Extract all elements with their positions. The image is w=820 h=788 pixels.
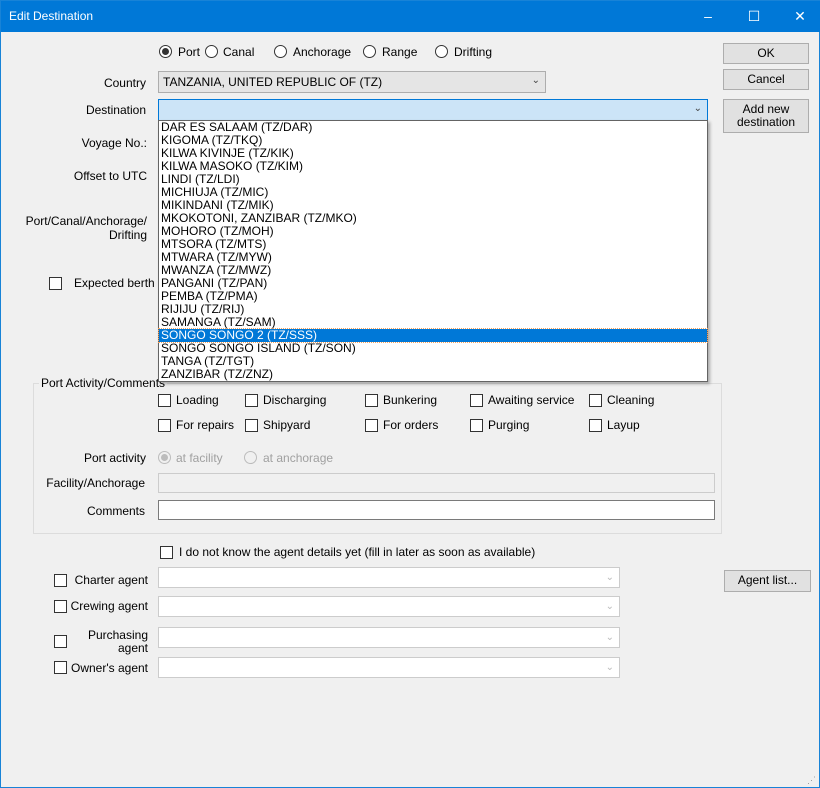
activity-checkbox[interactable]: [245, 419, 258, 432]
country-value: TANZANIA, UNITED REPUBLIC OF (TZ): [163, 75, 383, 89]
offset-label: Offset to UTC: [73, 169, 147, 183]
maximize-button[interactable]: ☐: [731, 1, 777, 32]
port-activity-label: Port activity: [83, 451, 146, 465]
facility-label: Facility/Anchorage: [46, 476, 145, 490]
radio-at-anchorage[interactable]: [244, 451, 257, 464]
charter-agent-checkbox[interactable]: [54, 574, 67, 587]
facility-input[interactable]: [158, 473, 715, 493]
purchasing-agent-select[interactable]: ⌄: [158, 627, 620, 648]
activity-checkbox-label: Awaiting service: [488, 393, 575, 407]
activity-checkbox[interactable]: [470, 419, 483, 432]
destination-label: Destination: [85, 103, 146, 117]
activity-checkbox[interactable]: [365, 394, 378, 407]
activity-checkbox[interactable]: [245, 394, 258, 407]
radio-port[interactable]: [159, 45, 172, 58]
chevron-down-icon: ⌄: [605, 662, 614, 673]
activity-checkbox[interactable]: [589, 394, 602, 407]
chevron-down-icon: ⌄: [605, 632, 614, 643]
edit-destination-dialog: Edit Destination – ☐ ✕ Port Canal Anchor…: [0, 0, 820, 788]
group-label: Port Activity/Comments: [39, 376, 168, 390]
comments-input[interactable]: [158, 500, 715, 520]
pcad-label: Port/Canal/Anchorage/: [25, 214, 147, 228]
chevron-down-icon: ⌄: [531, 75, 540, 86]
destination-dropdown-list[interactable]: DAR ES SALAAM (TZ/DAR) KIGOMA (TZ/TKQ) KIL…: [158, 120, 708, 382]
destination-option[interactable]: ZANZIBAR (TZ/ZNZ): [159, 368, 707, 381]
cancel-button[interactable]: Cancel: [723, 69, 809, 90]
radio-anchorage-label: Anchorage: [293, 45, 352, 59]
country-select[interactable]: TANZANIA, UNITED REPUBLIC OF (TZ) ⌄: [158, 71, 546, 93]
minimize-button[interactable]: –: [685, 1, 731, 32]
activity-checkbox[interactable]: [158, 394, 171, 407]
activity-checkbox-label: For orders: [383, 418, 439, 432]
chevron-down-icon: ⌄: [605, 572, 614, 583]
radio-range-label: Range: [382, 45, 418, 59]
destination-select[interactable]: ⌄: [158, 99, 708, 121]
agent-unknown-label: I do not know the agent details yet (fil…: [179, 545, 536, 559]
activity-checkbox[interactable]: [365, 419, 378, 432]
destination-option[interactable]: KILWA MASOKO (TZ/KIM): [159, 160, 707, 173]
expected-berth-label: Expected berth: [74, 276, 155, 290]
at-anchorage-label: at anchorage: [263, 451, 334, 465]
activity-checkbox-label: Purging: [488, 418, 530, 432]
agent-unknown-checkbox[interactable]: [160, 546, 173, 559]
radio-at-facility[interactable]: [158, 451, 171, 464]
owners-agent-checkbox[interactable]: [54, 661, 67, 674]
voyage-label: Voyage No.:: [81, 136, 147, 150]
add-new-destination-button[interactable]: Add new destination: [723, 99, 809, 133]
activity-checkbox-label: Cleaning: [607, 393, 655, 407]
chevron-down-icon: ⌄: [605, 601, 614, 612]
chevron-down-icon: ⌄: [693, 103, 702, 114]
activity-checkbox-label: Shipyard: [263, 418, 311, 432]
crewing-agent-checkbox[interactable]: [54, 600, 67, 613]
activity-checkbox-label: Bunkering: [383, 393, 438, 407]
radio-port-label: Port: [178, 45, 201, 59]
activity-checkbox-label: Discharging: [263, 393, 327, 407]
close-button[interactable]: ✕: [777, 1, 820, 32]
radio-anchorage[interactable]: [274, 45, 287, 58]
title-bar: Edit Destination – ☐ ✕: [1, 1, 820, 32]
activity-checkbox[interactable]: [589, 419, 602, 432]
radio-canal-label: Canal: [223, 45, 255, 59]
charter-agent-label: Charter agent: [74, 573, 148, 587]
pcad-label-2: Drifting: [108, 228, 147, 242]
radio-canal[interactable]: [205, 45, 218, 58]
country-label: Country: [103, 76, 146, 90]
activity-checkbox[interactable]: [158, 419, 171, 432]
add-label-2: destination: [736, 115, 796, 129]
purchasing-agent-label-2: agent: [117, 641, 148, 655]
crewing-agent-label: Crewing agent: [70, 599, 148, 613]
owners-agent-select[interactable]: ⌄: [158, 657, 620, 678]
expected-berth-checkbox[interactable]: [49, 277, 62, 290]
activity-checkbox[interactable]: [470, 394, 483, 407]
comments-label: Comments: [86, 504, 145, 518]
activity-checkbox-label: Layup: [607, 418, 640, 432]
at-facility-label: at facility: [176, 451, 223, 465]
resize-grip-icon[interactable]: ⋰: [807, 775, 816, 786]
activity-checkbox-label: Loading: [176, 393, 219, 407]
owners-agent-label: Owner's agent: [71, 661, 148, 675]
radio-drifting[interactable]: [435, 45, 448, 58]
radio-drifting-label: Drifting: [454, 45, 493, 59]
purchasing-agent-label: Purchasing: [87, 628, 148, 642]
charter-agent-select[interactable]: ⌄: [158, 567, 620, 588]
radio-range[interactable]: [363, 45, 376, 58]
window-title: Edit Destination: [9, 9, 94, 23]
crewing-agent-select[interactable]: ⌄: [158, 596, 620, 617]
activity-checkbox-label: For repairs: [176, 418, 235, 432]
ok-button[interactable]: OK: [723, 43, 809, 64]
agent-list-button[interactable]: Agent list...: [724, 570, 811, 592]
purchasing-agent-checkbox[interactable]: [54, 635, 67, 648]
